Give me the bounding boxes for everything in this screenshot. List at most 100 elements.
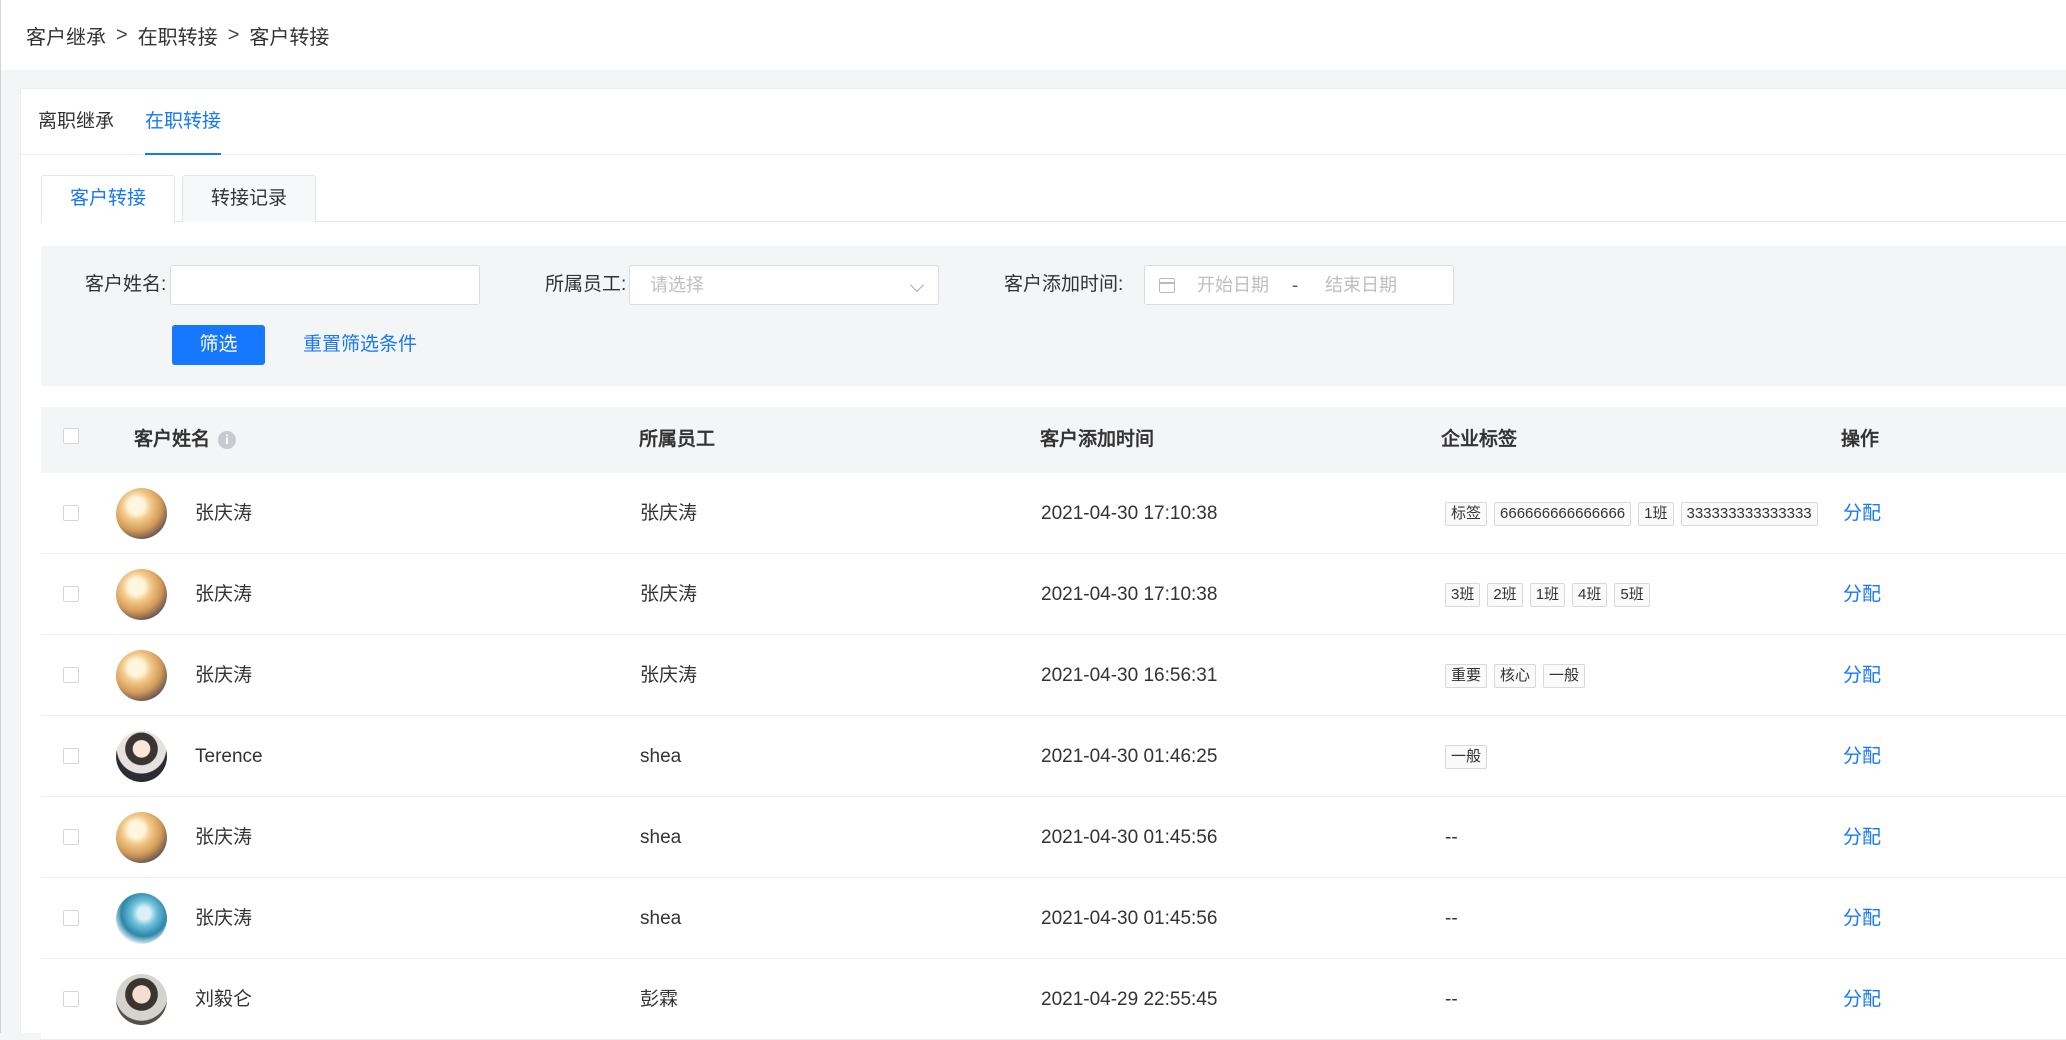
assign-button[interactable]: 分配 (1843, 797, 1881, 878)
tab-onjob-transfer[interactable]: 在职转接 (145, 89, 222, 155)
table-row: 刘毅仑 彭霖 2021-04-29 22:55:45 -- 分配 (41, 959, 2066, 1040)
subtab-customer-transfer[interactable]: 客户转接 (41, 175, 175, 223)
content-card: 离职继承 在职转接 客户转接 转接记录 客户姓名: 所属员工: 请选择 客户添加… (20, 88, 2066, 1040)
breadcrumb: 客户继承 > 在职转接 > 客户转接 (1, 0, 2066, 70)
table-row: 张庆涛 shea 2021-04-30 01:45:56 -- 分配 (41, 878, 2066, 959)
info-icon[interactable]: i (218, 430, 237, 449)
table-row: Terence shea 2021-04-30 01:46:25 一般 分配 (41, 716, 2066, 797)
add-time: 2021-04-30 01:45:56 (1041, 908, 1218, 929)
tab-resigned-inherit[interactable]: 离职继承 (38, 89, 114, 155)
col-add-time: 客户添加时间 (1040, 429, 1155, 450)
enterprise-tag: 5班 (1614, 582, 1650, 607)
col-customer-name: 客户姓名 i (134, 407, 237, 473)
customer-name: 张庆涛 (195, 908, 253, 929)
date-range-picker[interactable]: 开始日期 - 结束日期 (1144, 265, 1454, 305)
col-employee: 所属员工 (639, 429, 716, 450)
employee-name: 张庆涛 (640, 584, 698, 605)
enterprise-tag: 3班 (1445, 582, 1481, 607)
breadcrumb-separator: > (227, 23, 240, 46)
enterprise-tag: 1班 (1529, 582, 1566, 607)
employee-select-placeholder: 请选择 (650, 275, 704, 295)
assign-button[interactable]: 分配 (1843, 716, 1881, 797)
customer-name: 张庆涛 (195, 584, 253, 605)
filter-button[interactable]: 筛选 (172, 325, 265, 365)
empty-tags: -- (1445, 827, 1458, 848)
row-checkbox[interactable] (63, 748, 79, 764)
add-time: 2021-04-30 17:10:38 (1041, 503, 1218, 524)
col-enterprise-tags: 企业标签 (1441, 429, 1518, 450)
assign-button[interactable]: 分配 (1843, 554, 1881, 635)
customer-name: 张庆涛 (195, 503, 253, 524)
empty-tags: -- (1445, 989, 1458, 1010)
add-time: 2021-04-30 01:46:25 (1041, 746, 1218, 767)
enterprise-tag: 一般 (1543, 663, 1586, 688)
date-range-separator: - (1292, 275, 1298, 295)
customer-name: 刘毅仑 (195, 989, 253, 1010)
window-left-edge (0, 0, 1, 1033)
top-tab-bar: 离职继承 在职转接 (21, 89, 2066, 155)
enterprise-tag: 标签 (1445, 501, 1488, 526)
start-date-placeholder[interactable]: 开始日期 (1197, 266, 1269, 304)
employee-name: shea (640, 908, 682, 929)
enterprise-tag: 核心 (1494, 663, 1537, 688)
employee-name: shea (640, 746, 682, 767)
assign-button[interactable]: 分配 (1843, 959, 1881, 1040)
sub-tab-bar: 客户转接 转接记录 (41, 175, 2066, 223)
select-all-checkbox[interactable] (63, 428, 79, 444)
employee-label: 所属员工: (545, 274, 627, 295)
breadcrumb-item[interactable]: 客户继承 (26, 21, 106, 50)
row-checkbox[interactable] (63, 505, 79, 521)
enterprise-tag: 2班 (1487, 582, 1523, 607)
table-header: 客户姓名 i 所属员工 客户添加时间 企业标签 操作 (41, 407, 2066, 473)
table-row: 张庆涛 张庆涛 2021-04-30 17:10:38 3班 2班 1班 4班 5班 分配 (41, 554, 2066, 635)
avatar (116, 893, 167, 944)
enterprise-tag: 4班 (1572, 582, 1608, 607)
table-row: 张庆涛 shea 2021-04-30 01:45:56 -- 分配 (41, 797, 2066, 878)
calendar-icon (1159, 278, 1175, 293)
end-date-placeholder[interactable]: 结束日期 (1325, 266, 1397, 304)
customer-name-input-box (170, 265, 480, 305)
tag-list: 3班 2班 1班 4班 5班 (1445, 554, 1837, 635)
avatar (116, 812, 167, 863)
employee-select[interactable]: 请选择 (629, 265, 939, 305)
chevron-down-icon (909, 277, 925, 293)
employee-name: 张庆涛 (640, 665, 698, 686)
add-time: 2021-04-29 22:55:45 (1041, 989, 1218, 1010)
employee-name: shea (640, 827, 682, 848)
assign-button[interactable]: 分配 (1843, 878, 1881, 959)
employee-name: 彭霖 (640, 989, 679, 1010)
assign-button[interactable]: 分配 (1843, 635, 1881, 716)
col-action: 操作 (1841, 429, 1880, 450)
empty-tags: -- (1445, 908, 1458, 929)
customer-name: 张庆涛 (195, 827, 253, 848)
assign-button[interactable]: 分配 (1843, 473, 1881, 554)
enterprise-tag: 666666666666666 (1494, 501, 1632, 526)
enterprise-tag: 333333333333333 (1680, 501, 1818, 526)
row-checkbox[interactable] (63, 829, 79, 845)
avatar (116, 731, 167, 782)
row-checkbox[interactable] (63, 667, 79, 683)
enterprise-tag: 一般 (1445, 744, 1488, 769)
row-checkbox[interactable] (63, 586, 79, 602)
breadcrumb-item-current: 客户转接 (249, 26, 330, 49)
row-checkbox[interactable] (63, 991, 79, 1007)
table-row: 张庆涛 张庆涛 2021-04-30 17:10:38 标签 6666666666666… (41, 473, 2066, 554)
reset-filter-button[interactable]: 重置筛选条件 (303, 325, 417, 365)
enterprise-tag: 重要 (1445, 663, 1488, 688)
filter-panel: 客户姓名: 所属员工: 请选择 客户添加时间: 开始日期 - 结束日期 筛选 重… (41, 246, 2066, 386)
employee-name: 张庆涛 (640, 503, 698, 524)
breadcrumb-separator: > (116, 23, 128, 46)
add-time: 2021-04-30 17:10:38 (1041, 584, 1218, 605)
customer-name-label: 客户姓名: (85, 274, 167, 295)
customer-name: Terence (195, 746, 263, 767)
row-checkbox[interactable] (63, 910, 79, 926)
customer-name-input[interactable] (179, 267, 479, 304)
table-row: 张庆涛 张庆涛 2021-04-30 16:56:31 重要 核心 一般 分配 (41, 635, 2066, 716)
avatar (116, 569, 167, 620)
avatar (116, 974, 167, 1025)
tag-list: 一般 (1445, 716, 1837, 797)
add-time: 2021-04-30 16:56:31 (1041, 665, 1218, 686)
tag-list: 标签 666666666666666 1班 333333333333333 (1445, 473, 1837, 554)
breadcrumb-item[interactable]: 在职转接 (138, 21, 218, 50)
subtab-transfer-records[interactable]: 转接记录 (182, 175, 316, 222)
